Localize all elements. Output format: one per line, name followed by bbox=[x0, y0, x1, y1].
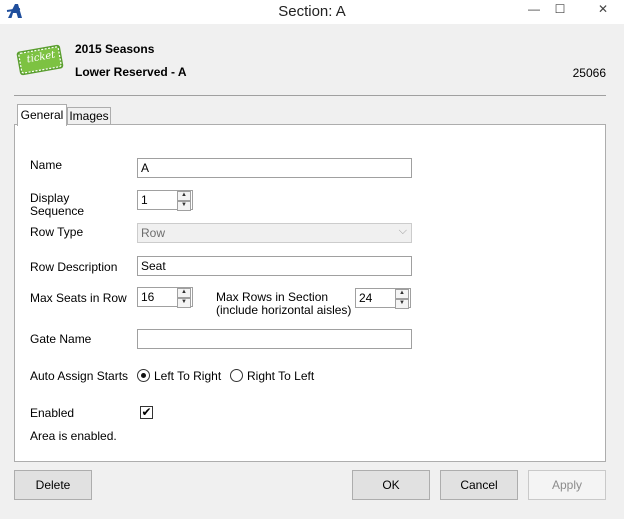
tab-general[interactable]: General bbox=[17, 104, 67, 126]
display-sequence-stepper[interactable]: 1 ▲ ▼ bbox=[137, 190, 193, 211]
max-seats-stepper[interactable]: 16 ▲ ▼ bbox=[137, 287, 193, 308]
right-to-left-radio[interactable] bbox=[230, 369, 243, 382]
checkmark-icon: ✔ bbox=[141, 405, 152, 419]
auto-assign-label: Auto Assign Starts bbox=[30, 369, 129, 383]
delete-button[interactable]: Delete bbox=[14, 470, 92, 500]
row-description-input[interactable]: Seat bbox=[137, 256, 412, 276]
row-description-label: Row Description bbox=[30, 260, 118, 274]
section-id: 25066 bbox=[572, 66, 606, 80]
minimize-button[interactable]: — bbox=[520, 0, 548, 20]
name-label: Name bbox=[30, 158, 63, 172]
row-type-label: Row Type bbox=[30, 225, 84, 239]
max-rows-stepper[interactable]: 24 ▲ ▼ bbox=[355, 288, 411, 309]
season-name: 2015 Seasons bbox=[75, 42, 155, 56]
ok-button[interactable]: OK bbox=[352, 470, 430, 500]
ticket-logo: ticket bbox=[14, 42, 66, 78]
left-to-right-label[interactable]: Left To Right bbox=[154, 370, 221, 383]
tab-images[interactable]: Images bbox=[67, 107, 111, 125]
gate-name-input[interactable] bbox=[137, 329, 412, 349]
section-name: Lower Reserved - A bbox=[75, 65, 187, 79]
enabled-label: Enabled bbox=[30, 406, 75, 420]
spin-down-icon[interactable]: ▼ bbox=[177, 298, 191, 308]
chevron-down-icon: ⌵ bbox=[398, 225, 407, 237]
gate-name-label: Gate Name bbox=[30, 332, 92, 346]
apply-button[interactable]: Apply bbox=[528, 470, 606, 500]
row-type-value: Row bbox=[141, 226, 166, 240]
max-seats-label: Max Seats in Row bbox=[30, 291, 127, 305]
spin-up-icon[interactable]: ▲ bbox=[177, 191, 191, 201]
max-rows-label-line2: (include horizontal aisles) bbox=[216, 303, 352, 317]
row-type-select: Row ⌵ bbox=[137, 223, 412, 243]
maximize-button[interactable]: ☐ bbox=[546, 0, 574, 20]
left-to-right-radio[interactable] bbox=[137, 369, 150, 382]
spin-up-icon[interactable]: ▲ bbox=[177, 288, 191, 298]
status-text: Area is enabled. bbox=[30, 429, 117, 443]
enabled-checkbox[interactable]: ✔ bbox=[140, 406, 153, 419]
display-sequence-label-line2: Sequence bbox=[30, 204, 85, 218]
title-bar: Section: A — ☐ ✕ bbox=[0, 0, 624, 24]
cancel-button[interactable]: Cancel bbox=[440, 470, 518, 500]
close-button[interactable]: ✕ bbox=[586, 0, 620, 20]
spin-down-icon[interactable]: ▼ bbox=[395, 299, 409, 309]
spin-down-icon[interactable]: ▼ bbox=[177, 201, 191, 211]
name-input[interactable]: A bbox=[137, 158, 412, 178]
spin-up-icon[interactable]: ▲ bbox=[395, 289, 409, 299]
right-to-left-label[interactable]: Right To Left bbox=[247, 370, 314, 383]
header-separator bbox=[14, 95, 606, 96]
